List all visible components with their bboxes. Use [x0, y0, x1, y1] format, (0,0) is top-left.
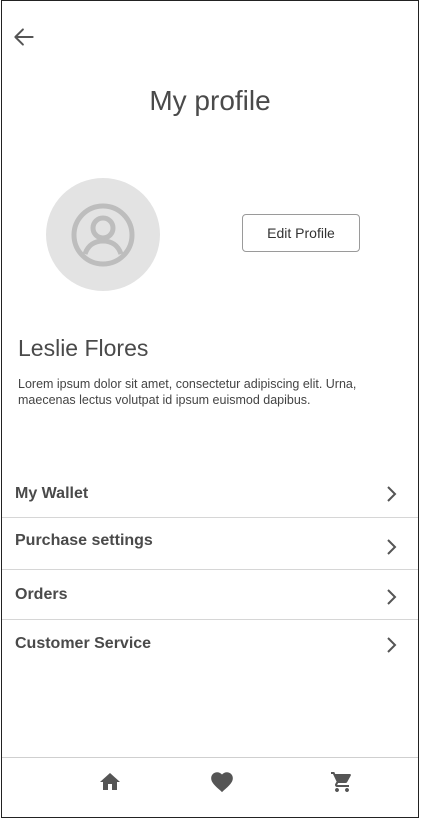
chevron-right-icon	[387, 539, 397, 555]
phone-frame: My profile Edit Profile Leslie Flores Lo…	[1, 0, 419, 818]
divider	[2, 569, 418, 570]
chevron-right-icon	[387, 589, 397, 605]
menu-item-orders[interactable]: Orders	[2, 583, 418, 613]
divider	[2, 619, 418, 620]
user-avatar-icon	[71, 203, 135, 266]
page-title: My profile	[149, 85, 271, 116]
menu-item-label: My Wallet	[15, 485, 89, 502]
arrow-left-icon	[14, 28, 34, 46]
tab-home[interactable]	[97, 769, 123, 795]
tab-bar-divider	[2, 757, 418, 758]
back-button[interactable]	[10, 23, 38, 51]
cart-icon	[331, 772, 351, 792]
tab-cart[interactable]	[329, 769, 355, 795]
chevron-right-icon	[387, 637, 397, 653]
menu-item-customer-service[interactable]: Customer Service	[2, 632, 418, 662]
divider	[2, 517, 418, 518]
tab-favorites[interactable]	[209, 769, 235, 795]
menu-item-purchase-settings[interactable]: Purchase settings	[2, 529, 418, 559]
menu-item-my-wallet[interactable]: My Wallet	[2, 482, 418, 510]
menu-item-label: Purchase settings	[15, 532, 153, 549]
home-icon	[100, 773, 120, 790]
edit-profile-button[interactable]: Edit Profile	[242, 214, 360, 252]
chevron-right-icon	[387, 486, 397, 502]
profile-bio: Lorem ipsum dolor sit amet, consectetur …	[18, 377, 357, 407]
heart-icon	[211, 772, 233, 793]
menu-item-label: Orders	[15, 586, 68, 603]
menu-item-label: Customer Service	[15, 635, 152, 652]
avatar	[46, 178, 160, 291]
profile-name: Leslie Flores	[18, 335, 149, 361]
